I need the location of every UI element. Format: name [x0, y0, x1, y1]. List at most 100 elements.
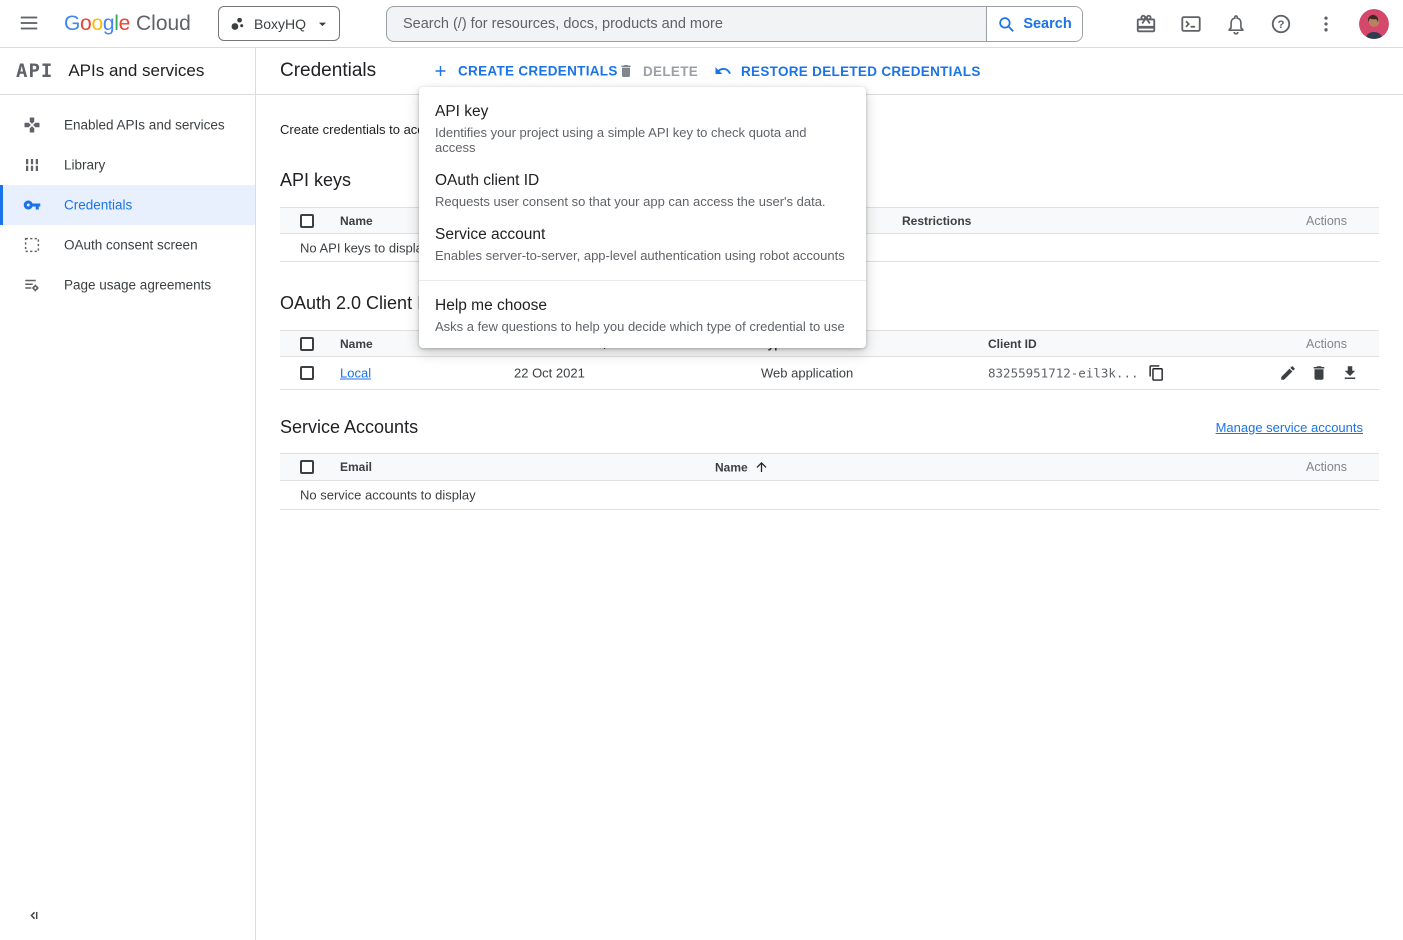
search-icon	[997, 15, 1016, 34]
create-credentials-menu: API key Identifies your project using a …	[419, 87, 866, 348]
logo-letter: o	[91, 12, 102, 36]
menu-item-oauth-client-id[interactable]: OAuth client ID Requests user consent so…	[419, 172, 866, 209]
manage-service-accounts-link[interactable]: Manage service accounts	[1216, 420, 1363, 435]
service-accounts-empty-text: No service accounts to display	[300, 488, 476, 503]
menu-item-title: Help me choose	[435, 297, 848, 315]
sidebar-item-library[interactable]: Library	[0, 145, 255, 185]
sidebar-item-label: OAuth consent screen	[64, 238, 198, 253]
sidebar-header: API APIs and services	[0, 48, 255, 95]
column-header-name[interactable]: Name	[715, 460, 769, 475]
type-cell: Web application	[761, 366, 853, 381]
logo-letter: e	[119, 12, 130, 36]
search-button-label: Search	[1023, 16, 1071, 32]
column-header-actions: Actions	[1306, 337, 1347, 351]
svg-text:?: ?	[1278, 19, 1285, 31]
menu-item-service-account[interactable]: Service account Enables server-to-server…	[419, 226, 866, 263]
trash-icon	[618, 63, 634, 79]
logo-cloud-text: Cloud	[136, 12, 191, 36]
sidebar-item-page-usage[interactable]: Page usage agreements	[0, 265, 255, 305]
hamburger-menu-icon[interactable]	[17, 12, 41, 36]
delete-trash-icon[interactable]	[1310, 364, 1328, 382]
column-header-restrictions: Restrictions	[902, 214, 971, 228]
help-icon[interactable]: ?	[1269, 12, 1293, 36]
delete-label: DELETE	[643, 64, 698, 79]
collapse-sidebar-icon[interactable]	[22, 906, 44, 928]
menu-item-description: Identifies your project using a simple A…	[435, 125, 848, 155]
select-all-checkbox[interactable]	[300, 460, 314, 474]
column-header-email: Email	[340, 460, 372, 474]
menu-item-title: API key	[435, 103, 848, 121]
menu-item-description: Enables server-to-server, app-level auth…	[435, 248, 848, 263]
column-header-name: Name	[340, 214, 373, 228]
page-title: Credentials	[280, 60, 376, 82]
column-header-actions: Actions	[1306, 460, 1347, 474]
api-keys-title: API keys	[280, 170, 351, 191]
menu-item-description: Requests user consent so that your app c…	[435, 194, 848, 209]
sidebar-item-label: Credentials	[64, 198, 132, 213]
project-logo-icon	[229, 15, 246, 33]
client-id-value: 83255951712-eil3k...	[988, 366, 1139, 381]
cloud-shell-icon[interactable]	[1179, 12, 1203, 36]
delete-button[interactable]: DELETE	[618, 63, 698, 79]
sidebar-nav: Enabled APIs and services Library Creden…	[0, 95, 255, 305]
menu-divider	[419, 280, 866, 281]
oauth-client-row: Local 22 Oct 2021 Web application 832559…	[280, 357, 1379, 390]
more-options-icon[interactable]	[1314, 12, 1338, 36]
row-checkbox[interactable]	[300, 366, 314, 380]
select-all-checkbox[interactable]	[300, 214, 314, 228]
sidebar-title: APIs and services	[68, 61, 204, 81]
sidebar-item-label: Page usage agreements	[64, 278, 211, 293]
logo-letter: g	[103, 12, 114, 36]
restore-label: RESTORE DELETED CREDENTIALS	[741, 64, 981, 79]
logo-letter: o	[80, 12, 91, 36]
sidebar-item-label: Enabled APIs and services	[64, 118, 225, 133]
column-header-client-id: Client ID	[988, 337, 1037, 351]
create-credentials-label: CREATE CREDENTIALS	[458, 64, 618, 79]
avatar[interactable]	[1359, 9, 1389, 39]
creation-date-cell: 22 Oct 2021	[514, 366, 585, 381]
topbar: Google Cloud BoxyHQ Search ?	[0, 0, 1403, 48]
plus-icon	[432, 63, 449, 80]
gift-icon[interactable]	[1134, 12, 1158, 36]
restore-deleted-credentials-button[interactable]: RESTORE DELETED CREDENTIALS	[714, 62, 981, 80]
search-bar: Search	[386, 6, 1083, 42]
sidebar-item-label: Library	[64, 158, 105, 173]
column-header-name: Name	[340, 337, 373, 351]
copy-icon[interactable]	[1148, 365, 1165, 382]
column-header-actions: Actions	[1306, 214, 1347, 228]
google-cloud-logo[interactable]: Google Cloud	[64, 0, 191, 48]
service-accounts-title: Service Accounts	[280, 417, 418, 438]
key-icon	[23, 196, 41, 214]
logo-letter: G	[64, 12, 80, 36]
undo-icon	[714, 62, 732, 80]
row-actions	[1279, 364, 1359, 382]
download-icon[interactable]	[1341, 364, 1359, 382]
client-id-cell: 83255951712-eil3k...	[988, 365, 1165, 382]
client-name-cell: Local	[340, 366, 371, 381]
agreements-icon	[23, 276, 41, 294]
sidebar: API APIs and services Enabled APIs and s…	[0, 48, 256, 940]
search-button[interactable]: Search	[986, 7, 1082, 41]
consent-screen-icon	[23, 236, 41, 254]
create-credentials-button[interactable]: CREATE CREDENTIALS	[432, 63, 618, 80]
client-name-link[interactable]: Local	[340, 366, 371, 381]
library-icon	[23, 156, 41, 174]
edit-pencil-icon[interactable]	[1279, 364, 1297, 382]
sort-ascending-icon	[754, 460, 769, 475]
notifications-bell-icon[interactable]	[1224, 12, 1248, 36]
api-keys-empty-text: No API keys to display	[300, 240, 429, 255]
service-accounts-empty-row: No service accounts to display	[280, 481, 1379, 510]
project-selector[interactable]: BoxyHQ	[218, 6, 340, 41]
menu-item-api-key[interactable]: API key Identifies your project using a …	[419, 103, 866, 155]
search-input[interactable]	[387, 7, 986, 41]
sidebar-item-enabled-apis[interactable]: Enabled APIs and services	[0, 105, 255, 145]
menu-item-help-me-choose[interactable]: Help me choose Asks a few questions to h…	[419, 297, 866, 334]
select-all-checkbox[interactable]	[300, 337, 314, 351]
menu-item-title: OAuth client ID	[435, 172, 848, 190]
api-logo: API	[16, 60, 53, 82]
service-accounts-table-header: Email Name Actions	[280, 453, 1379, 481]
service-accounts-table: Email Name Actions No service accounts t…	[280, 453, 1379, 510]
sidebar-item-oauth-consent[interactable]: OAuth consent screen	[0, 225, 255, 265]
chevron-down-icon	[314, 15, 331, 33]
sidebar-item-credentials[interactable]: Credentials	[0, 185, 255, 225]
